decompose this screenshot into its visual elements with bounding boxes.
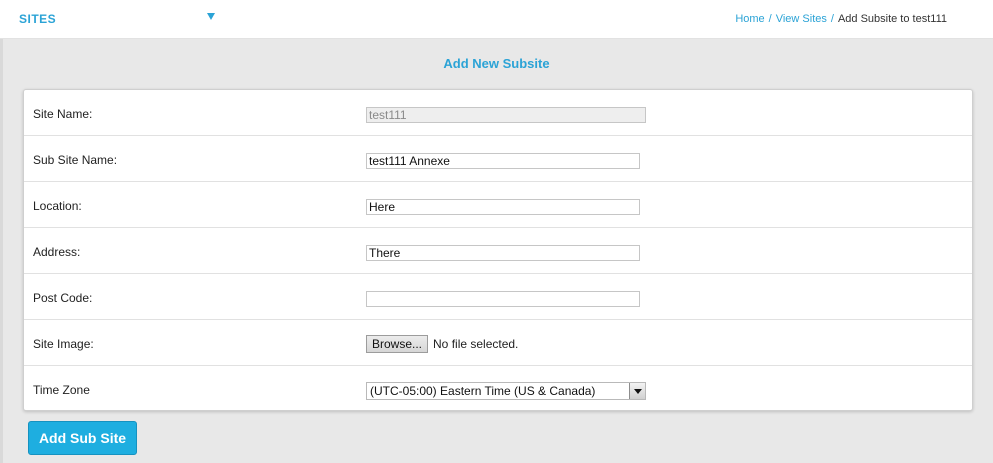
time-zone-row: Time Zone (UTC-05:00) Eastern Time (US &… bbox=[24, 366, 972, 412]
add-sub-site-button[interactable]: Add Sub Site bbox=[28, 421, 137, 455]
location-label: Location: bbox=[33, 199, 82, 213]
file-status-text: No file selected. bbox=[433, 337, 519, 351]
address-label: Address: bbox=[33, 245, 81, 259]
caret-down-icon[interactable] bbox=[207, 13, 215, 20]
sub-site-name-input[interactable] bbox=[366, 153, 640, 169]
sub-site-name-label: Sub Site Name: bbox=[33, 153, 118, 167]
location-row: Location: bbox=[24, 182, 972, 228]
breadcrumb-separator: / bbox=[830, 13, 834, 25]
breadcrumb-current: Add Subsite to test111 bbox=[837, 13, 947, 25]
form-title: Add New Subsite bbox=[443, 56, 550, 71]
site-name-row: Site Name: bbox=[24, 90, 972, 136]
address-input[interactable] bbox=[366, 245, 640, 261]
browse-button[interactable]: Browse... bbox=[366, 335, 429, 353]
time-zone-select[interactable]: (UTC-05:00) Eastern Time (US & Canada) bbox=[366, 382, 646, 400]
post-code-row: Post Code: bbox=[24, 274, 972, 320]
site-image-row: Site Image: Browse... No file selected. bbox=[24, 320, 972, 366]
subsite-form-card: Site Name: Sub Site Name: Location: Addr… bbox=[23, 89, 973, 411]
sites-menu-label[interactable]: SITES bbox=[19, 12, 56, 26]
breadcrumb-home-link[interactable]: Home bbox=[735, 13, 764, 25]
time-zone-label: Time Zone bbox=[33, 383, 90, 397]
time-zone-selected-value: (UTC-05:00) Eastern Time (US & Canada) bbox=[370, 384, 596, 398]
site-image-file-picker: Browse... No file selected. bbox=[366, 335, 518, 355]
breadcrumb-separator: / bbox=[768, 13, 772, 25]
site-name-label: Site Name: bbox=[33, 107, 93, 121]
post-code-input[interactable] bbox=[366, 291, 640, 307]
site-image-label: Site Image: bbox=[33, 337, 94, 351]
location-input[interactable] bbox=[366, 199, 640, 215]
breadcrumb-view-sites-link[interactable]: View Sites bbox=[776, 13, 827, 25]
address-row: Address: bbox=[24, 228, 972, 274]
post-code-label: Post Code: bbox=[33, 291, 93, 305]
site-name-input bbox=[366, 107, 646, 123]
breadcrumb: Home / View Sites / Add Subsite to test111 bbox=[735, 13, 947, 25]
chevron-down-icon bbox=[634, 389, 642, 394]
sub-site-name-row: Sub Site Name: bbox=[24, 136, 972, 182]
top-bar: SITES Home / View Sites / Add Subsite to tes… bbox=[0, 0, 993, 39]
dropdown-arrow-button[interactable] bbox=[629, 383, 645, 399]
